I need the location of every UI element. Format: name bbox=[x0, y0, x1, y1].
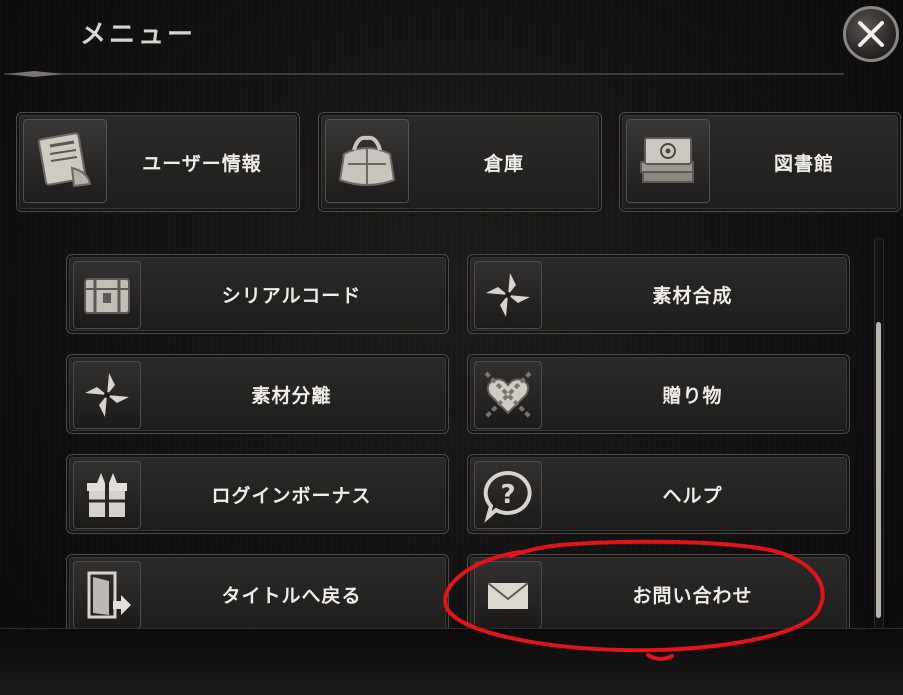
scrollbar-thumb[interactable] bbox=[876, 322, 881, 618]
material-separation-button[interactable]: 素材分離 bbox=[66, 354, 449, 434]
envelope-icon bbox=[474, 561, 542, 629]
gift-label: 贈り物 bbox=[662, 384, 723, 407]
material-synthesis-label: 素材合成 bbox=[652, 284, 733, 307]
return-to-title-label: タイトルへ戻る bbox=[221, 584, 362, 607]
user-info-label: ユーザー情報 bbox=[142, 152, 262, 175]
exit-door-icon bbox=[73, 561, 141, 629]
close-icon bbox=[858, 21, 884, 47]
svg-text:?: ? bbox=[500, 480, 515, 510]
page-title: メニュー bbox=[80, 20, 197, 50]
gift-button[interactable]: 贈り物 bbox=[467, 354, 850, 434]
help-label: ヘルプ bbox=[662, 484, 723, 507]
login-bonus-button[interactable]: ログインボーナス bbox=[66, 454, 449, 534]
gift-box-icon bbox=[73, 461, 141, 529]
bag-icon bbox=[325, 119, 409, 203]
contact-button[interactable]: お問い合わせ bbox=[467, 554, 850, 634]
user-info-button[interactable]: ユーザー情報 bbox=[16, 112, 300, 212]
header-divider bbox=[4, 71, 844, 77]
warehouse-button[interactable]: 倉庫 bbox=[318, 112, 602, 212]
pinwheel-icon bbox=[73, 361, 141, 429]
serial-code-button[interactable]: シリアルコード bbox=[66, 254, 449, 334]
material-separation-label: 素材分離 bbox=[251, 384, 332, 407]
contact-label: お問い合わせ bbox=[632, 584, 753, 607]
book-icon bbox=[626, 119, 710, 203]
close-button[interactable] bbox=[843, 6, 899, 62]
login-bonus-label: ログインボーナス bbox=[211, 484, 372, 507]
question-bubble-icon: ? bbox=[474, 461, 542, 529]
library-button[interactable]: 図書館 bbox=[619, 112, 901, 212]
serial-code-label: シリアルコード bbox=[221, 284, 362, 307]
return-to-title-button[interactable]: タイトルへ戻る bbox=[66, 554, 449, 634]
chained-heart-icon bbox=[474, 361, 542, 429]
scroll-document-icon bbox=[23, 119, 107, 203]
material-synthesis-button[interactable]: 素材合成 bbox=[467, 254, 850, 334]
background-bottom-bar bbox=[0, 628, 903, 695]
treasure-chest-icon bbox=[73, 261, 141, 329]
help-button[interactable]: ? ヘルプ bbox=[467, 454, 850, 534]
warehouse-label: 倉庫 bbox=[483, 152, 524, 175]
pinwheel-icon bbox=[474, 261, 542, 329]
library-label: 図書館 bbox=[773, 152, 834, 175]
